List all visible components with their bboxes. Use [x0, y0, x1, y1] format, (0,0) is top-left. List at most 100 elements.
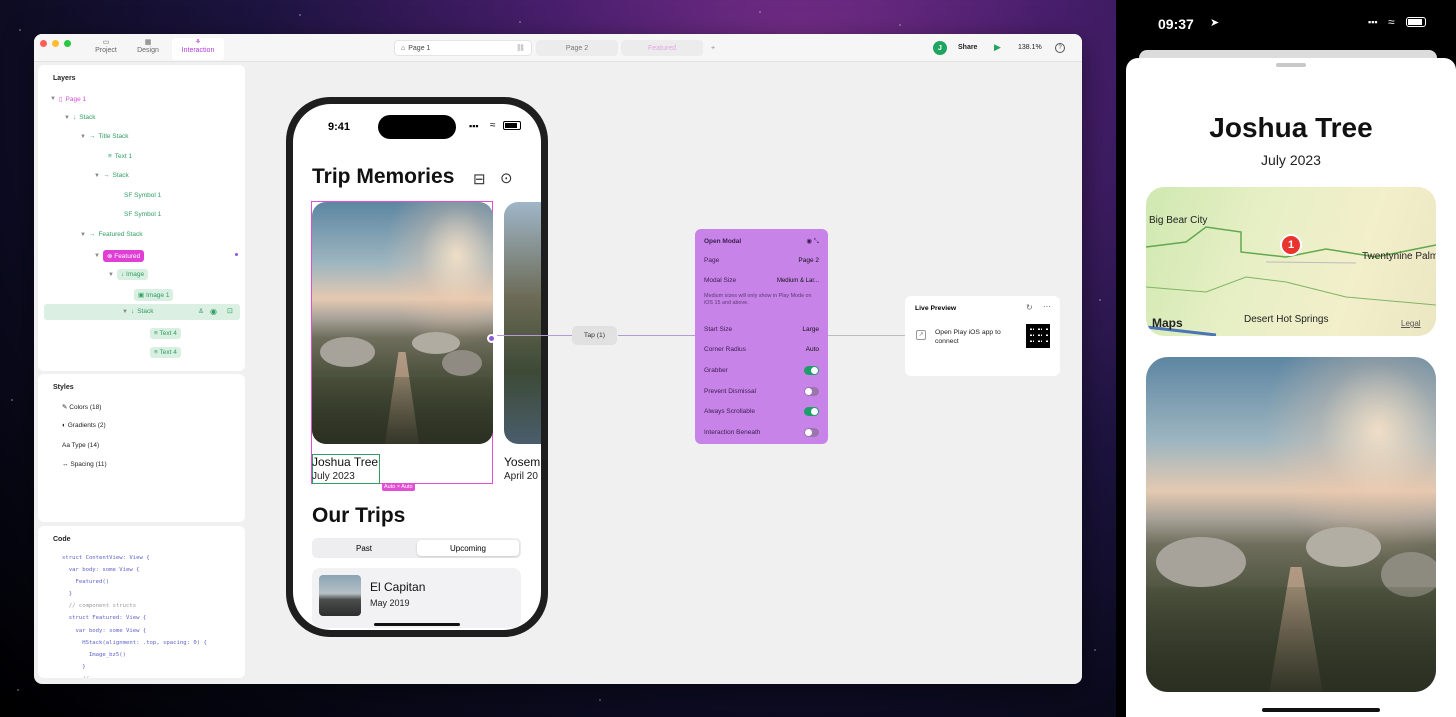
gradient-icon: ◐ — [62, 422, 66, 429]
layer-stack[interactable]: ▼ ↓ Stack — [64, 114, 95, 121]
connector-line-2 — [618, 335, 695, 336]
layer-title-stack[interactable]: ▼ → Title Stack — [80, 133, 129, 140]
layer-image-1[interactable]: ▣ Image 1 — [134, 289, 174, 301]
connector-line — [497, 335, 572, 336]
prevent-dismissal-toggle[interactable] — [804, 387, 819, 396]
tab-design[interactable]: ▦ Design — [130, 38, 166, 60]
corner-radius-label: Corner Radius — [704, 346, 746, 353]
chevron-down-icon: ▼ — [80, 231, 86, 238]
layer-stack-3[interactable]: ▼ ↓ Stack — [122, 308, 153, 315]
close-window-button[interactable] — [40, 40, 47, 47]
share-button[interactable]: Share — [958, 44, 977, 51]
segmented-control: Past Upcoming — [312, 538, 521, 558]
map-view[interactable]: Big Bear City Twentynine Palm Desert Hot… — [1146, 187, 1436, 336]
type-icon: Aa — [62, 442, 70, 449]
layer-featured-stack[interactable]: ▼ → Featured Stack — [80, 231, 143, 238]
home-indicator — [374, 623, 460, 626]
connector-line-3 — [828, 335, 906, 336]
avatar[interactable]: J — [933, 41, 947, 55]
collapse-icon[interactable]: ⤡ — [814, 238, 819, 245]
refresh-icon[interactable]: ↻ — [1026, 303, 1033, 312]
style-gradients[interactable]: ◐ Gradients (2) — [62, 422, 106, 429]
compass-icon[interactable]: ⊙ — [500, 169, 513, 187]
chevron-down-icon: ▼ — [94, 253, 100, 259]
always-scrollable-label: Always Scrollable — [704, 408, 755, 415]
help-icon[interactable]: ? — [1055, 43, 1065, 53]
add-page-button[interactable]: + — [706, 40, 720, 56]
plus-icon: + — [710, 44, 716, 52]
legal-link[interactable]: Legal — [1401, 319, 1421, 328]
layer-sf-symbol-2[interactable]: SF Symbol 1 — [124, 211, 161, 218]
chevron-down-icon: ▼ — [64, 114, 70, 121]
vstack-icon: ↓ — [130, 308, 135, 315]
interaction-icon: ⚘ — [194, 39, 202, 46]
trip-date: May 2019 — [370, 598, 410, 608]
frame-icon[interactable]: ⊡ — [227, 307, 233, 315]
bus-icon[interactable]: ⊟ — [473, 170, 486, 188]
layer-text-4[interactable]: ≡ Text 4 — [150, 328, 181, 339]
layer-page-1[interactable]: ▼ ▯ Page 1 — [50, 95, 86, 104]
chevron-down-icon: ▼ — [122, 308, 128, 315]
interaction-beneath-toggle[interactable] — [804, 428, 819, 437]
zoom-window-button[interactable] — [64, 40, 71, 47]
page-tab-featured[interactable]: Featured — [621, 40, 703, 56]
styles-panel: Styles ✎ Colors (18) ◐ Gradients (2) Aa … — [38, 374, 245, 522]
map-label-desert-hot-springs: Desert Hot Springs — [1244, 314, 1329, 325]
open-modal-node[interactable]: Open Modal ◉ ⤡ Page Page 2 Modal Size Mediu… — [695, 229, 828, 444]
minimize-window-button[interactable] — [52, 40, 59, 47]
play-icon[interactable]: ▶ — [994, 42, 1001, 53]
start-size-select[interactable]: Large — [802, 326, 819, 333]
style-colors[interactable]: ✎ Colors (18) — [62, 403, 101, 411]
layer-sf-symbol-1[interactable]: SF Symbol 1 — [124, 192, 161, 199]
segment-upcoming[interactable]: Upcoming — [417, 540, 519, 556]
layer-text-1[interactable]: ≡ Text 1 — [108, 153, 132, 160]
layer-text-4-b[interactable]: ≡ Text 4 — [150, 347, 181, 358]
layer-featured[interactable]: ▼ ⊗ Featured — [94, 250, 145, 262]
grabber-toggle[interactable] — [804, 366, 819, 375]
tab-interaction[interactable]: ⚘ Interaction — [172, 38, 224, 60]
prevent-dismissal-label: Prevent Dismissal — [704, 388, 757, 395]
layer-image[interactable]: ▼ ↓ Image — [108, 269, 149, 280]
phone-time: 9:41 — [328, 121, 351, 133]
code-heading: Code — [53, 536, 71, 543]
connector-handle[interactable] — [487, 334, 496, 343]
code-view[interactable]: struct ContentView: View { var body: som… — [62, 552, 207, 678]
page-tab-page-2[interactable]: Page 2 — [536, 40, 618, 56]
style-type[interactable]: Aa Type (14) — [62, 442, 99, 449]
map-pin[interactable]: 1 — [1280, 234, 1302, 256]
tap-trigger-node[interactable]: Tap (1) — [572, 326, 617, 345]
tab-project[interactable]: ▭ Project — [88, 38, 124, 60]
device-time: 09:37 — [1158, 16, 1194, 32]
size-badge: Auto × Auto — [382, 483, 415, 491]
home-indicator — [1262, 708, 1380, 712]
chevron-down-icon: ▼ — [80, 133, 86, 140]
phone-screen: 9:41 ▪▪▪ ≈ Trip Memories ⊟ ⊙ Joshua Tree… — [293, 104, 541, 630]
zoom-level[interactable]: 138.1% — [1018, 44, 1042, 51]
sheet-grabber[interactable] — [1276, 63, 1306, 67]
sheet-title: Joshua Tree — [1209, 112, 1373, 143]
card-date-2: April 20 — [504, 471, 538, 482]
text-icon: ≡ — [154, 330, 158, 337]
style-spacing[interactable]: ↔ Spacing (11) — [62, 461, 107, 468]
layers-heading: Layers — [53, 75, 76, 82]
component-icon: ⊗ — [106, 253, 113, 260]
yosemite-photo[interactable] — [504, 202, 541, 444]
segment-past[interactable]: Past — [312, 538, 416, 558]
joshua-tree-photo[interactable] — [312, 202, 493, 444]
trip-row[interactable]: El Capitan May 2019 — [312, 568, 521, 628]
page-select[interactable]: Page 2 — [798, 257, 819, 264]
eye-icon[interactable]: ◉ — [806, 238, 812, 245]
dynamic-island — [378, 115, 456, 139]
sheet-photo — [1146, 357, 1436, 692]
layer-stack-2[interactable]: ▼ → Stack — [94, 172, 129, 179]
corner-radius-value[interactable]: Auto — [806, 346, 819, 353]
eye-icon[interactable]: ◉ — [210, 307, 217, 316]
vstack-icon: ↓ — [72, 114, 77, 121]
modal-size-select[interactable]: Medium & Lar... — [777, 278, 819, 284]
grabber-label: Grabber — [704, 367, 728, 374]
filter-icon[interactable]: ≚ — [198, 308, 204, 316]
selection-dot — [235, 253, 238, 256]
more-icon[interactable]: ⋯ — [1043, 302, 1051, 311]
always-scrollable-toggle[interactable] — [804, 407, 819, 416]
page-tab-page-1[interactable]: ⌂ Page 1 ⛓ — [394, 40, 532, 56]
